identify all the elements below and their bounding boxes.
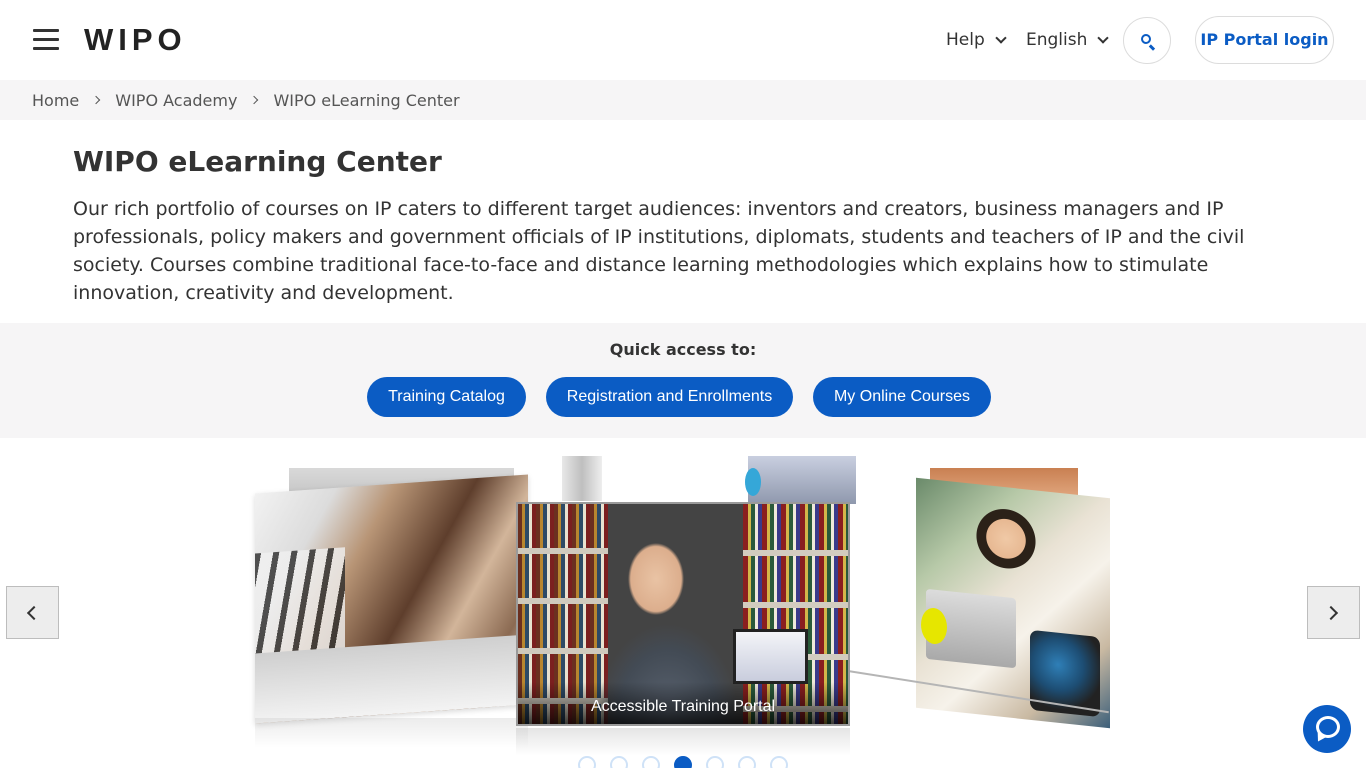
slide-caption: Accessible Training Portal xyxy=(590,698,776,715)
carousel-dot[interactable] xyxy=(578,756,596,768)
search-button[interactable] xyxy=(1123,17,1171,64)
carousel-dot[interactable] xyxy=(610,756,628,768)
decorative-shape xyxy=(745,468,761,496)
image-carousel: Accessible Training Portal xyxy=(0,438,1366,768)
carousel-dot[interactable] xyxy=(770,756,788,768)
quick-access-label: Quick access to: xyxy=(609,340,757,359)
help-label: Help xyxy=(946,30,985,50)
chevron-right-icon xyxy=(250,95,259,105)
training-catalog-button[interactable]: Training Catalog xyxy=(367,377,526,417)
quick-access-section: Quick access to: Training Catalog Regist… xyxy=(0,323,1366,438)
chevron-right-icon xyxy=(92,95,101,105)
chevron-down-icon xyxy=(1097,31,1110,44)
carousel-slide-back[interactable] xyxy=(748,456,856,504)
registration-enrollments-button[interactable]: Registration and Enrollments xyxy=(546,377,793,417)
breadcrumb-home[interactable]: Home xyxy=(32,91,79,110)
carousel-slide-girl-robotics[interactable] xyxy=(916,477,1110,729)
chevron-right-icon xyxy=(1323,605,1339,621)
chat-button[interactable] xyxy=(1303,705,1351,753)
breadcrumb-elearning-center[interactable]: WIPO eLearning Center xyxy=(273,91,459,110)
language-menu[interactable]: English xyxy=(1026,28,1110,52)
carousel-pagination xyxy=(578,756,788,768)
carousel-slide-back[interactable] xyxy=(562,456,602,501)
carousel-dot[interactable] xyxy=(738,756,756,768)
carousel-slide-active[interactable]: Accessible Training Portal xyxy=(516,502,850,726)
slide-reflection xyxy=(255,718,528,748)
site-header: WIPO Help English IP Portal login xyxy=(0,0,1366,80)
carousel-dot[interactable] xyxy=(674,756,692,768)
help-menu[interactable]: Help xyxy=(946,28,1007,52)
page-title: WIPO eLearning Center xyxy=(73,145,442,178)
ip-portal-login-button[interactable]: IP Portal login xyxy=(1195,16,1334,64)
carousel-slide-classroom[interactable] xyxy=(255,474,528,724)
chevron-left-icon xyxy=(26,605,42,621)
carousel-prev-button[interactable] xyxy=(6,586,59,639)
carousel-dot[interactable] xyxy=(642,756,660,768)
breadcrumb-wipo-academy[interactable]: WIPO Academy xyxy=(115,91,237,110)
my-online-courses-button[interactable]: My Online Courses xyxy=(813,377,991,417)
wipo-logo[interactable]: WIPO xyxy=(84,20,187,60)
breadcrumb: Home WIPO Academy WIPO eLearning Center xyxy=(0,80,1366,120)
carousel-next-button[interactable] xyxy=(1307,586,1360,639)
hamburger-menu-icon[interactable] xyxy=(33,29,59,51)
intro-paragraph: Our rich portfolio of courses on IP cate… xyxy=(73,198,1245,304)
language-label: English xyxy=(1026,30,1088,50)
chevron-down-icon xyxy=(995,31,1007,44)
carousel-dot[interactable] xyxy=(706,756,724,768)
slide-reflection xyxy=(516,728,850,756)
